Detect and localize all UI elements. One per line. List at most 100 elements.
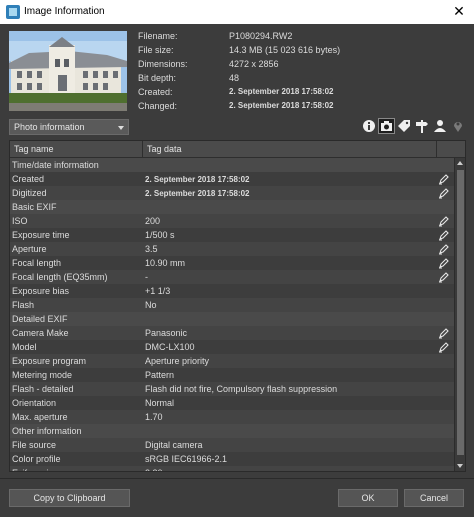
vertical-scrollbar[interactable] (454, 158, 465, 471)
changed-label: Changed: (138, 101, 178, 111)
changed-value: 2. September 2018 17:58:02 (229, 101, 334, 110)
table-row[interactable]: Focal length 10.90 mm (10, 256, 454, 270)
tag-data-cell: +1 1/3 (145, 286, 171, 296)
camera-icon[interactable] (378, 118, 395, 134)
person-icon[interactable] (433, 119, 447, 133)
table-row[interactable]: Orientation Normal (10, 396, 454, 410)
table-row[interactable]: Flash - detailed Flash did not fire, Comp… (10, 382, 454, 396)
column-header-tag-data[interactable]: Tag data (147, 144, 182, 154)
exif-table: Tag name Tag data Time/date information C… (9, 140, 466, 472)
table-row[interactable]: File source Digital camera (10, 438, 454, 452)
tag-data-cell: 2.30 (145, 468, 163, 471)
tag-name-cell: Exposure program (12, 356, 87, 366)
tag-data-cell: 2. September 2018 17:58:02 (145, 189, 250, 198)
tag-data-cell: Normal (145, 398, 175, 408)
tag-data-cell: 3.5 (145, 244, 158, 254)
location-pin-icon[interactable] (451, 119, 465, 133)
bitdepth-label: Bit depth: (138, 73, 177, 83)
edit-pencil-icon[interactable] (438, 243, 450, 255)
group-title: Basic EXIF (12, 202, 57, 212)
group-header-row[interactable]: Basic EXIF (10, 200, 454, 214)
tag-name-cell: Digitized (12, 188, 47, 198)
tag-data-cell: DMC-LX100 (145, 342, 195, 352)
dimensions-value: 4272 x 2856 (229, 59, 279, 69)
filesize-value: 14.3 MB (15 023 616 bytes) (229, 45, 341, 55)
tag-name-cell: Orientation (12, 398, 57, 408)
table-row[interactable]: Color profile sRGB IEC61966-2.1 (10, 452, 454, 466)
scroll-down-icon[interactable] (457, 464, 463, 468)
group-header-row[interactable]: Time/date information (10, 158, 454, 172)
image-thumbnail (9, 31, 127, 111)
edit-pencil-icon[interactable] (438, 271, 450, 283)
column-header-tag-name[interactable]: Tag name (14, 144, 54, 154)
filesize-label: File size: (138, 45, 174, 55)
window-title: Image Information (24, 6, 105, 17)
table-row[interactable]: Exif version 2.30 (10, 466, 454, 471)
signpost-icon[interactable] (415, 119, 429, 133)
tag-data-cell: - (145, 272, 148, 282)
tag-name-cell: Exif version (12, 468, 59, 471)
table-header: Tag name Tag data (10, 141, 465, 158)
group-title: Other information (12, 426, 82, 436)
info-type-dropdown[interactable]: Photo information (9, 119, 129, 135)
scroll-thumb[interactable] (457, 170, 464, 455)
app-icon (6, 5, 20, 19)
building-photo (9, 31, 127, 111)
tag-name-cell: Flash - detailed (12, 384, 74, 394)
table-row[interactable]: Camera Make Panasonic (10, 326, 454, 340)
edit-pencil-icon[interactable] (438, 187, 450, 199)
tag-data-cell: 1/500 s (145, 230, 175, 240)
ok-button[interactable]: OK (338, 489, 398, 507)
tag-name-cell: Metering mode (12, 370, 73, 380)
edit-pencil-icon[interactable] (438, 257, 450, 269)
tag-name-cell: Exposure bias (12, 286, 70, 296)
table-row[interactable]: ISO 200 (10, 214, 454, 228)
tag-name-cell: Camera Make (12, 328, 69, 338)
dialog-footer: Copy to Clipboard OK Cancel (0, 478, 474, 517)
tag-name-cell: Aperture (12, 244, 47, 254)
tag-data-cell: Aperture priority (145, 356, 210, 366)
dimensions-label: Dimensions: (138, 59, 188, 69)
table-row[interactable]: Digitized 2. September 2018 17:58:02 (10, 186, 454, 200)
tag-data-cell: 2. September 2018 17:58:02 (145, 175, 250, 184)
edit-pencil-icon[interactable] (438, 173, 450, 185)
group-header-row[interactable]: Other information (10, 424, 454, 438)
tag-data-cell: Panasonic (145, 328, 188, 338)
scroll-up-icon[interactable] (457, 161, 463, 165)
edit-pencil-icon[interactable] (438, 215, 450, 227)
tag-data-cell: Pattern (145, 370, 175, 380)
tag-data-cell: Digital camera (145, 440, 203, 450)
tag-data-cell: sRGB IEC61966-2.1 (145, 454, 228, 464)
group-title: Detailed EXIF (12, 314, 68, 324)
dropdown-selected: Photo information (14, 122, 85, 132)
edit-pencil-icon[interactable] (438, 341, 450, 353)
edit-pencil-icon[interactable] (438, 229, 450, 241)
group-header-row[interactable]: Detailed EXIF (10, 312, 454, 326)
tag-name-cell: Max. aperture (12, 412, 68, 422)
tag-name-cell: Created (12, 174, 45, 184)
tag-data-cell: 1.70 (145, 412, 163, 422)
info-icon[interactable] (362, 119, 376, 133)
table-row[interactable]: Exposure bias +1 1/3 (10, 284, 454, 298)
tag-name-cell: Focal length (EQ35mm) (12, 272, 108, 282)
table-row[interactable]: Aperture 3.5 (10, 242, 454, 256)
copy-to-clipboard-button[interactable]: Copy to Clipboard (9, 489, 130, 507)
created-value: 2. September 2018 17:58:02 (229, 87, 334, 96)
table-row[interactable]: Created 2. September 2018 17:58:02 (10, 172, 454, 186)
table-row[interactable]: Metering mode Pattern (10, 368, 454, 382)
tag-name-cell: Color profile (12, 454, 61, 464)
tag-icon[interactable] (397, 119, 411, 133)
table-row[interactable]: Max. aperture 1.70 (10, 410, 454, 424)
cancel-button[interactable]: Cancel (404, 489, 464, 507)
chevron-down-icon (118, 126, 124, 130)
tag-name-cell: Focal length (12, 258, 62, 268)
close-button[interactable]: ✕ (444, 0, 474, 24)
filename-value: P1080294.RW2 (229, 31, 293, 41)
table-row[interactable]: Flash No (10, 298, 454, 312)
tag-data-cell: 10.90 mm (145, 258, 186, 268)
table-row[interactable]: Exposure time 1/500 s (10, 228, 454, 242)
table-row[interactable]: Focal length (EQ35mm) - (10, 270, 454, 284)
edit-pencil-icon[interactable] (438, 327, 450, 339)
table-row[interactable]: Exposure program Aperture priority (10, 354, 454, 368)
table-row[interactable]: Model DMC-LX100 (10, 340, 454, 354)
